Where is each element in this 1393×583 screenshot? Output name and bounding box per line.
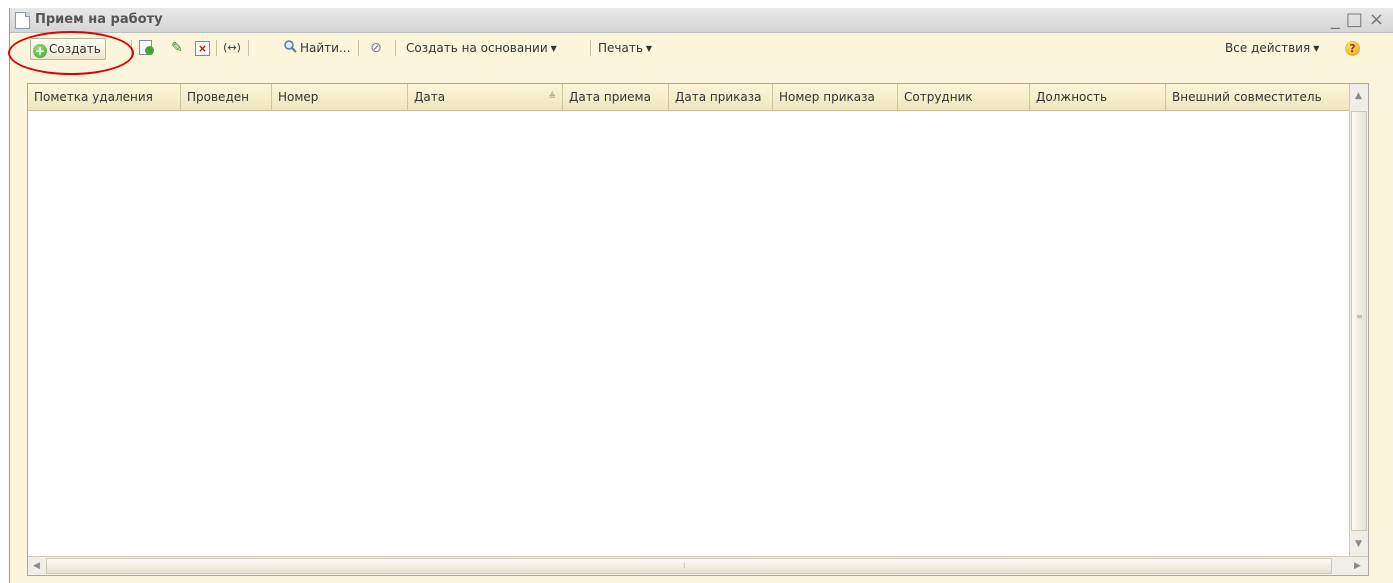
search-icon[interactable] bbox=[281, 39, 299, 57]
column-header-hire-date[interactable]: Дата приема bbox=[563, 84, 669, 110]
window-title: Прием на работу bbox=[35, 12, 163, 27]
scroll-down-icon[interactable]: ▼ bbox=[1355, 539, 1362, 549]
close-button[interactable]: × bbox=[1369, 9, 1390, 30]
column-header-order-number[interactable]: Номер приказа bbox=[773, 84, 898, 110]
scroll-up-icon[interactable]: ▲ bbox=[1355, 91, 1362, 101]
create-based-on-label: Создать на основании bbox=[406, 41, 548, 55]
column-header-number[interactable]: Номер bbox=[272, 84, 408, 110]
title-bar: Прием на работу _□× bbox=[10, 8, 1393, 33]
scroll-right-icon[interactable]: ▶ bbox=[1354, 561, 1361, 571]
minimize-button[interactable]: _ bbox=[1331, 9, 1346, 30]
document-icon bbox=[15, 12, 30, 29]
toolbar-separator bbox=[395, 40, 396, 56]
all-actions-label: Все действия bbox=[1225, 41, 1311, 55]
column-header-position[interactable]: Должность bbox=[1030, 84, 1166, 110]
find-button[interactable]: Найти... bbox=[300, 38, 350, 58]
delete-icon[interactable]: × bbox=[193, 39, 211, 57]
all-actions-menu[interactable]: Все действия ▼ bbox=[1225, 38, 1319, 58]
horizontal-scroll-thumb[interactable]: ⁞ bbox=[46, 558, 1332, 574]
date-range-button[interactable]: (↔) bbox=[223, 39, 241, 57]
toolbar-separator bbox=[216, 40, 217, 56]
maximize-button[interactable]: □ bbox=[1346, 9, 1369, 30]
toolbar-separator bbox=[248, 40, 249, 56]
sort-ascending-icon: ≜ bbox=[548, 92, 556, 102]
copy-icon[interactable] bbox=[137, 39, 155, 57]
documents-table[interactable]: Пометка удаления Проведен Номер Дата ≜ Да… bbox=[27, 83, 1369, 576]
vertical-scrollbar[interactable]: ▲ ≡ ▼ bbox=[1349, 84, 1368, 556]
chevron-down-icon: ▼ bbox=[1313, 44, 1320, 53]
print-label: Печать bbox=[598, 41, 643, 55]
column-header-posted[interactable]: Проведен bbox=[181, 84, 272, 110]
cancel-search-icon[interactable]: ⊘ bbox=[367, 39, 385, 57]
vertical-scroll-thumb[interactable]: ≡ bbox=[1351, 111, 1367, 531]
help-icon[interactable]: ? bbox=[1345, 41, 1360, 56]
create-based-on-menu[interactable]: Создать на основании ▼ bbox=[406, 38, 557, 58]
edit-pencil-icon[interactable]: ✎ bbox=[168, 39, 186, 57]
horizontal-scrollbar[interactable]: ◀ ⁞ ▶ bbox=[28, 556, 1368, 575]
highlight-ellipse bbox=[8, 31, 134, 75]
print-menu[interactable]: Печать ▼ bbox=[598, 38, 652, 58]
column-header-order-date[interactable]: Дата приказа bbox=[669, 84, 773, 110]
toolbar-separator bbox=[590, 40, 591, 56]
column-header-employee[interactable]: Сотрудник bbox=[898, 84, 1030, 110]
column-header-date[interactable]: Дата ≜ bbox=[408, 84, 563, 110]
document-list-window: Прием на работу _□× + Создать ✎ × (↔) Най… bbox=[9, 8, 1393, 583]
toolbar: + Создать ✎ × (↔) Найти... ⊘ Создать на о… bbox=[10, 34, 1393, 62]
toolbar-separator bbox=[358, 40, 359, 56]
chevron-down-icon: ▼ bbox=[645, 44, 653, 53]
chevron-down-icon: ▼ bbox=[550, 44, 557, 53]
scroll-left-icon[interactable]: ◀ bbox=[33, 561, 40, 571]
window-controls: _□× bbox=[1331, 9, 1390, 30]
table-header: Пометка удаления Проведен Номер Дата ≜ Да… bbox=[28, 84, 1350, 111]
column-header-external-part-time[interactable]: Внешний совместитель bbox=[1166, 84, 1350, 110]
column-header-deletion-mark[interactable]: Пометка удаления bbox=[28, 84, 181, 110]
